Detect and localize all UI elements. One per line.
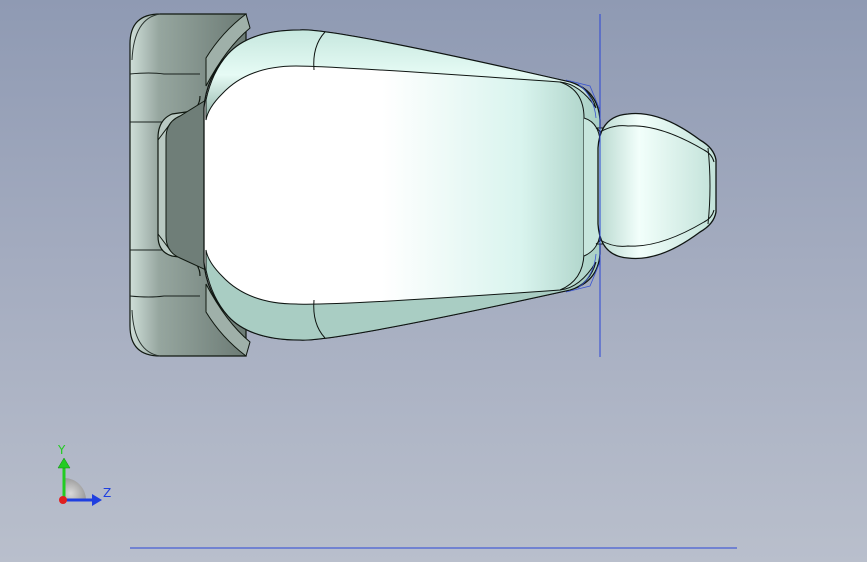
triad-y-label: Y	[58, 443, 66, 457]
triad-z-label: Z	[103, 486, 112, 500]
head-piece[interactable]	[597, 112, 717, 260]
model-graphics[interactable]	[0, 0, 867, 562]
cad-3d-viewport[interactable]: Y Z	[0, 0, 867, 562]
x-axis-dot-icon	[59, 496, 67, 504]
triad-cone-icon	[64, 478, 86, 500]
seat-body[interactable]	[203, 29, 601, 341]
orientation-triad	[57, 457, 102, 506]
